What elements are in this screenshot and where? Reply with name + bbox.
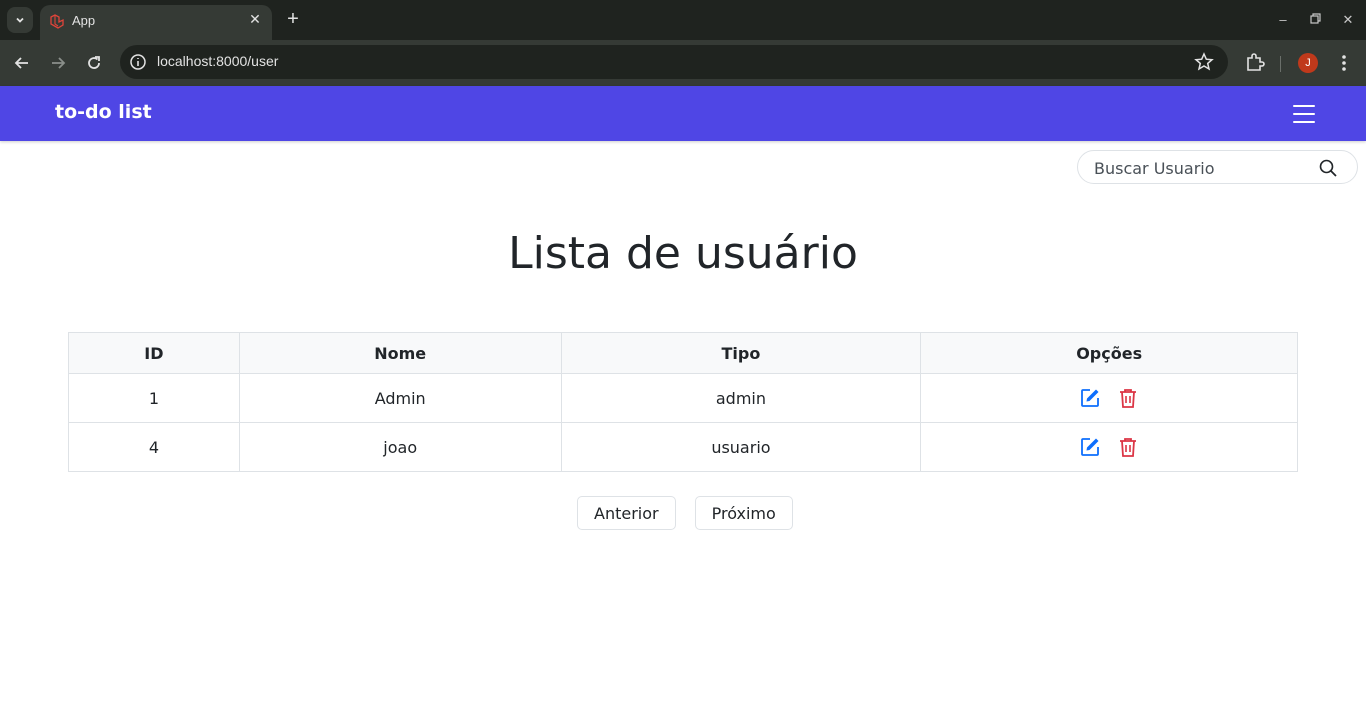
cell-id: 1 [68, 373, 240, 423]
profile-avatar[interactable]: J [1298, 53, 1318, 73]
laravel-favicon-icon [50, 14, 64, 29]
cell-opcoes [920, 373, 1298, 423]
column-header-nome: Nome [238, 332, 562, 374]
browser-tab-active[interactable]: App ✕ [40, 5, 272, 40]
page-title: Lista de usuário [508, 228, 858, 279]
trash-icon[interactable] [1117, 436, 1139, 458]
app-brand[interactable]: to-do list [55, 101, 152, 123]
reload-icon[interactable] [82, 51, 106, 75]
users-table: ID Nome Tipo Opções 1 Admin admin 4 joao… [68, 332, 1298, 472]
pagination: Anterior Próximo [577, 496, 793, 530]
chevron-down-icon [16, 17, 24, 23]
cell-opcoes [920, 422, 1298, 472]
cell-id: 4 [68, 422, 240, 472]
close-window-icon[interactable]: ✕ [1338, 10, 1358, 30]
menu-hamburger-icon[interactable] [1293, 105, 1315, 123]
table-header-row: ID Nome Tipo Opções [68, 332, 1298, 374]
next-page-button[interactable]: Próximo [694, 496, 793, 530]
url-text[interactable]: localhost:8000/user [157, 53, 278, 69]
column-header-id: ID [68, 332, 240, 374]
restore-window-icon[interactable] [1305, 10, 1325, 30]
back-icon[interactable] [10, 51, 34, 75]
search-icon[interactable] [1319, 159, 1337, 177]
previous-page-button[interactable]: Anterior [577, 496, 676, 530]
extensions-puzzle-icon[interactable] [1244, 51, 1266, 73]
cell-tipo: admin [560, 373, 922, 423]
user-search-box [1077, 150, 1358, 184]
tab-close-icon[interactable]: ✕ [246, 11, 264, 29]
table-row: 4 joao usuario [68, 422, 1298, 472]
trash-icon[interactable] [1117, 387, 1139, 409]
search-input[interactable] [1094, 157, 1314, 179]
cell-nome: joao [238, 422, 562, 472]
browser-toolbar: localhost:8000/user J [0, 40, 1366, 86]
address-bar[interactable]: localhost:8000/user [120, 45, 1228, 79]
app-navbar: to-do list [0, 86, 1366, 141]
toolbar-divider [1280, 56, 1281, 72]
site-info-icon[interactable] [129, 53, 147, 71]
cell-tipo: usuario [560, 422, 922, 472]
edit-icon[interactable] [1079, 436, 1101, 458]
cell-nome: Admin [238, 373, 562, 423]
browser-tab-strip: App ✕ + – ✕ [0, 0, 1366, 40]
column-header-opcoes: Opções [920, 332, 1298, 374]
browser-menu-icon[interactable] [1334, 52, 1354, 74]
column-header-tipo: Tipo [560, 332, 922, 374]
forward-icon[interactable] [46, 51, 70, 75]
minimize-window-icon[interactable]: – [1273, 10, 1293, 30]
tab-title: App [72, 13, 96, 28]
table-row: 1 Admin admin [68, 373, 1298, 423]
tab-search-button[interactable] [7, 7, 33, 33]
new-tab-button[interactable]: + [282, 8, 304, 30]
bookmark-star-icon[interactable] [1194, 52, 1214, 72]
edit-icon[interactable] [1079, 387, 1101, 409]
